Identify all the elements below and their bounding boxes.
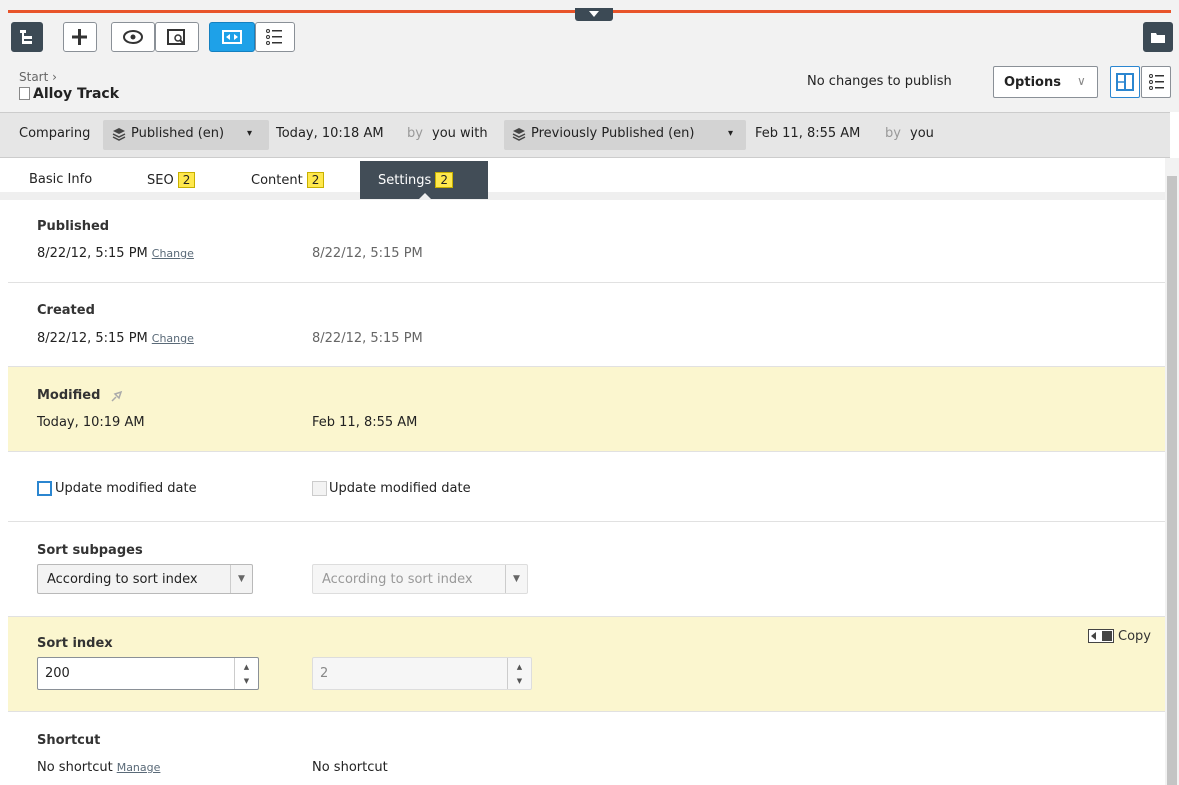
field-label: Shortcut	[37, 733, 101, 748]
shortcut-previous: No shortcut	[312, 760, 388, 775]
folder-icon	[1151, 33, 1165, 43]
field-row-published	[8, 200, 1165, 283]
publish-status: No changes to publish	[807, 74, 952, 89]
field-label: Sort index	[37, 636, 113, 651]
select-value: According to sort index	[47, 572, 198, 587]
field-row-created	[8, 283, 1165, 367]
left-version-time: Today, 10:18 AM	[276, 126, 384, 141]
created-current: 8/22/12, 5:15 PM Change	[37, 331, 194, 346]
published-previous: 8/22/12, 5:15 PM	[312, 246, 423, 261]
sort-subpages-select[interactable]: According to sort index ▼	[37, 564, 253, 594]
sort-subpages-select-previous: According to sort index ▼	[312, 564, 528, 594]
page-icon	[19, 87, 30, 100]
by-label: by	[885, 126, 901, 141]
page-title: Alloy Track	[33, 86, 120, 102]
caret-down-icon: ▼	[230, 565, 252, 593]
layers-icon	[112, 128, 126, 141]
checkbox-label: Update modified date	[55, 481, 197, 496]
compare-mode-button[interactable]	[209, 22, 255, 52]
all-properties-button[interactable]	[255, 22, 295, 52]
input-value: 200	[45, 666, 70, 681]
caret-down-icon: ▾	[247, 128, 253, 139]
caret-down-icon: ▼	[505, 565, 527, 593]
tree-toggle-button[interactable]	[11, 22, 43, 52]
tab-basic-info[interactable]: Basic Info	[29, 172, 92, 187]
tab-label: SEO	[147, 173, 174, 188]
field-row-modified	[8, 367, 1165, 452]
field-label: Published	[37, 219, 110, 234]
change-link[interactable]: Change	[152, 247, 194, 260]
right-version-user: you	[910, 126, 934, 141]
side-by-side-view-button[interactable]	[1110, 66, 1140, 98]
update-modified-checkbox-previous	[312, 481, 327, 496]
field-value: No shortcut	[37, 760, 113, 775]
preview-icon	[167, 29, 185, 45]
field-label: Modified	[37, 388, 101, 403]
active-tab-pointer	[419, 193, 431, 199]
layers-icon	[512, 128, 526, 141]
eye-icon	[123, 30, 143, 44]
columns-icon	[1116, 73, 1134, 91]
pin-icon	[111, 390, 123, 402]
tab-label: Basic Info	[29, 172, 93, 187]
field-value: 8/22/12, 5:15 PM	[37, 331, 148, 346]
chevron-down-icon: ∨	[1077, 74, 1086, 88]
change-count-badge: 2	[435, 172, 453, 188]
update-modified-checkbox[interactable]	[37, 481, 52, 496]
change-count-badge: 2	[177, 172, 196, 188]
tab-settings[interactable]: Settings 2	[378, 172, 453, 188]
preview-button[interactable]	[111, 22, 155, 52]
add-button[interactable]	[63, 22, 97, 52]
tab-label: Settings	[378, 173, 432, 188]
field-label: Sort subpages	[37, 543, 143, 558]
breadcrumb-separator: ›	[52, 70, 57, 84]
spinner-arrows[interactable]: ▲ ▼	[234, 658, 258, 689]
copy-left-icon	[1088, 629, 1114, 643]
by-label: by	[407, 126, 423, 141]
field-label: Created	[37, 303, 95, 318]
scrollbar-thumb[interactable]	[1167, 176, 1177, 785]
manage-link[interactable]: Manage	[117, 761, 161, 774]
left-version-label: Published (en)	[131, 126, 225, 141]
list-icon	[266, 29, 282, 45]
right-version-time: Feb 11, 8:55 AM	[755, 126, 861, 141]
tab-seo[interactable]: SEO 2	[147, 172, 196, 188]
assets-pane-button[interactable]	[1143, 22, 1173, 52]
spinner-arrows: ▲ ▼	[507, 658, 531, 689]
field-value: 8/22/12, 5:15 PM	[37, 246, 148, 261]
caret-down-icon: ▾	[728, 128, 734, 139]
published-current: 8/22/12, 5:15 PM Change	[37, 246, 194, 261]
comparing-label: Comparing	[19, 126, 91, 141]
select-value: According to sort index	[322, 572, 473, 587]
all-properties-view-button[interactable]	[1141, 66, 1171, 98]
breadcrumb[interactable]: Start ›	[19, 70, 57, 84]
tab-label: Content	[251, 173, 303, 188]
input-value: 2	[320, 666, 329, 681]
breadcrumb-start[interactable]: Start	[19, 70, 48, 84]
list-icon	[1149, 74, 1164, 90]
sort-index-input-previous: 2 ▲ ▼	[312, 657, 532, 690]
collapse-toggle[interactable]	[575, 8, 613, 21]
left-version-user: you with	[432, 126, 488, 141]
tree-icon	[20, 30, 32, 44]
sort-index-input[interactable]: 200 ▲ ▼	[37, 657, 259, 690]
change-count-badge: 2	[306, 172, 325, 188]
tab-content[interactable]: Content 2	[251, 172, 325, 188]
chevron-down-icon	[589, 11, 599, 17]
options-label: Options	[1004, 75, 1061, 90]
shortcut-current: No shortcut Manage	[37, 760, 160, 775]
created-previous: 8/22/12, 5:15 PM	[312, 331, 423, 346]
compare-icon	[222, 30, 242, 44]
change-link[interactable]: Change	[152, 332, 194, 345]
modified-previous: Feb 11, 8:55 AM	[312, 415, 418, 430]
right-version-label: Previously Published (en)	[531, 126, 695, 141]
view-on-website-button[interactable]	[155, 22, 199, 52]
field-row-shortcut	[8, 712, 1165, 785]
modified-current: Today, 10:19 AM	[37, 415, 145, 430]
add-icon	[72, 29, 87, 45]
checkbox-label: Update modified date	[329, 481, 471, 496]
copy-label: Copy	[1118, 629, 1151, 644]
